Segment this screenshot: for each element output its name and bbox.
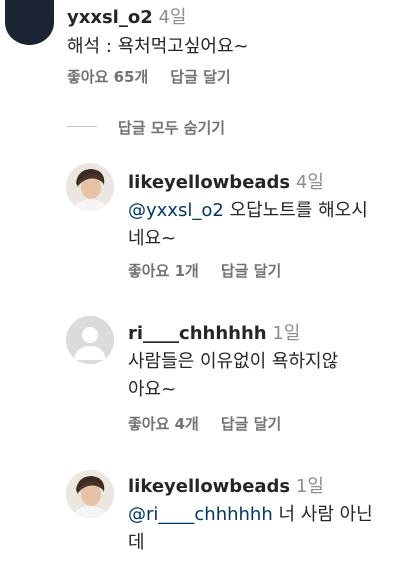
hide-replies-button[interactable]: 답글 모두 숨기기	[118, 117, 225, 138]
reply-text-line1: 오답노트를 해오시	[229, 200, 368, 221]
reply-header: ri____chhhhhh 1일	[128, 319, 300, 345]
likes-count[interactable]: 좋아요 1개	[128, 262, 199, 280]
avatar[interactable]	[66, 316, 114, 364]
comment-header: yxxsl_o2 4일	[67, 3, 186, 29]
reply-text-line1: 너 사람 아닌	[278, 504, 373, 525]
reply-button[interactable]: 답글 달기	[170, 68, 230, 86]
reply-header: likeyellowbeads 1일	[128, 472, 324, 498]
profile-photo-icon	[66, 163, 114, 211]
reply-text: @ri____chhhhhh 너 사람 아닌	[128, 500, 373, 526]
mention-link[interactable]: @ri____chhhhhh	[128, 504, 273, 525]
default-avatar-icon	[66, 316, 114, 364]
comment-time: 4일	[158, 7, 187, 28]
comment-username[interactable]: yxxsl_o2	[67, 7, 153, 28]
avatar[interactable]	[66, 470, 114, 518]
comment-actions: 좋아요 65개 답글 달기	[67, 66, 253, 87]
reply-username[interactable]: likeyellowbeads	[128, 476, 290, 497]
reply-button[interactable]: 답글 달기	[221, 415, 281, 433]
reply-text-line2: 네요~	[128, 228, 177, 249]
reply-header: likeyellowbeads 4일	[128, 168, 324, 194]
reply-text-line2: 데	[128, 532, 145, 553]
hide-replies-divider	[67, 126, 97, 127]
mention-link[interactable]: @yxxsl_o2	[128, 200, 224, 221]
reply-time: 4일	[295, 172, 324, 193]
reply-actions: 좋아요 4개 답글 달기	[128, 413, 303, 434]
reply-time: 1일	[295, 476, 324, 497]
comment-text: 해석 : 욕처먹고싶어요~	[67, 36, 249, 57]
avatar[interactable]	[66, 163, 114, 211]
profile-photo-icon	[66, 470, 114, 518]
reply-text-line2: 아요~	[128, 379, 177, 400]
reply-text: @yxxsl_o2 오답노트를 해오시	[128, 196, 368, 222]
likes-count[interactable]: 좋아요 4개	[128, 415, 199, 433]
reply-actions: 좋아요 1개 답글 달기	[128, 260, 303, 281]
reply-button[interactable]: 답글 달기	[221, 262, 281, 280]
reply-username[interactable]: ri____chhhhhh	[128, 323, 267, 344]
likes-count[interactable]: 좋아요 65개	[67, 68, 148, 86]
reply-text-line1: 사람들은 이유없이 욕하지않	[128, 351, 339, 372]
avatar[interactable]	[5, 0, 54, 45]
reply-time: 1일	[272, 323, 301, 344]
reply-username[interactable]: likeyellowbeads	[128, 172, 290, 193]
